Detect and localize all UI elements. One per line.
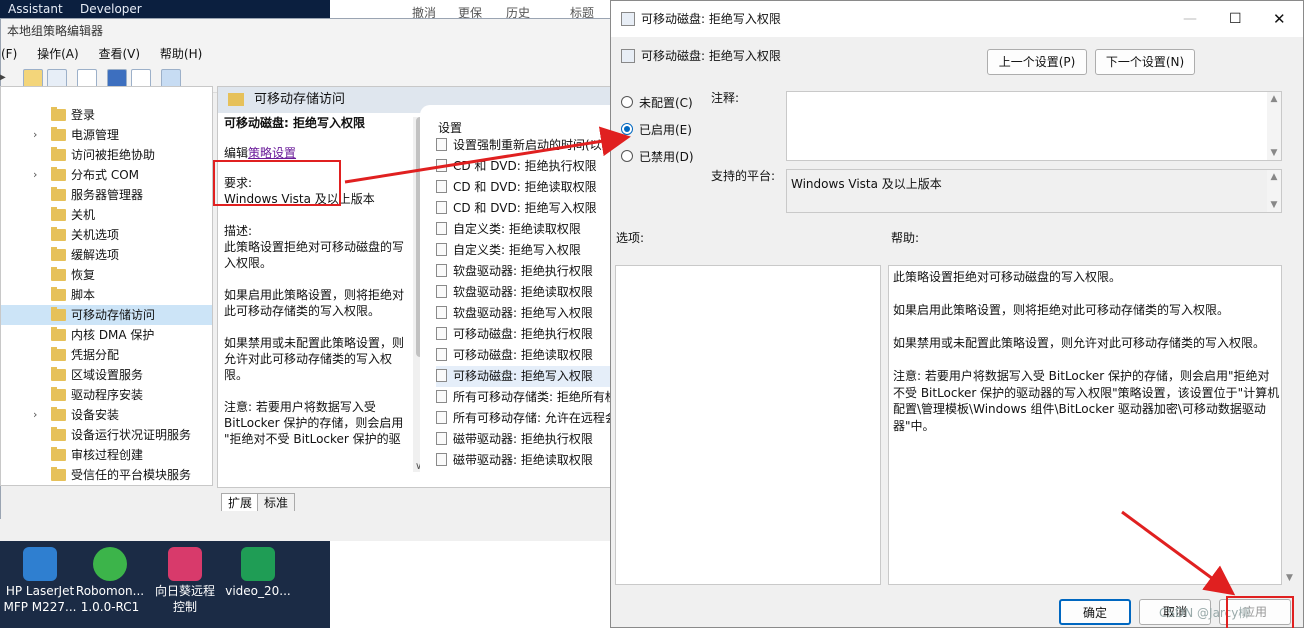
annotation-arrows — [344, 126, 1236, 596]
annotation-arrow-to-apply — [1121, 510, 1236, 596]
annotation-arrow-to-enabled — [344, 126, 631, 184]
